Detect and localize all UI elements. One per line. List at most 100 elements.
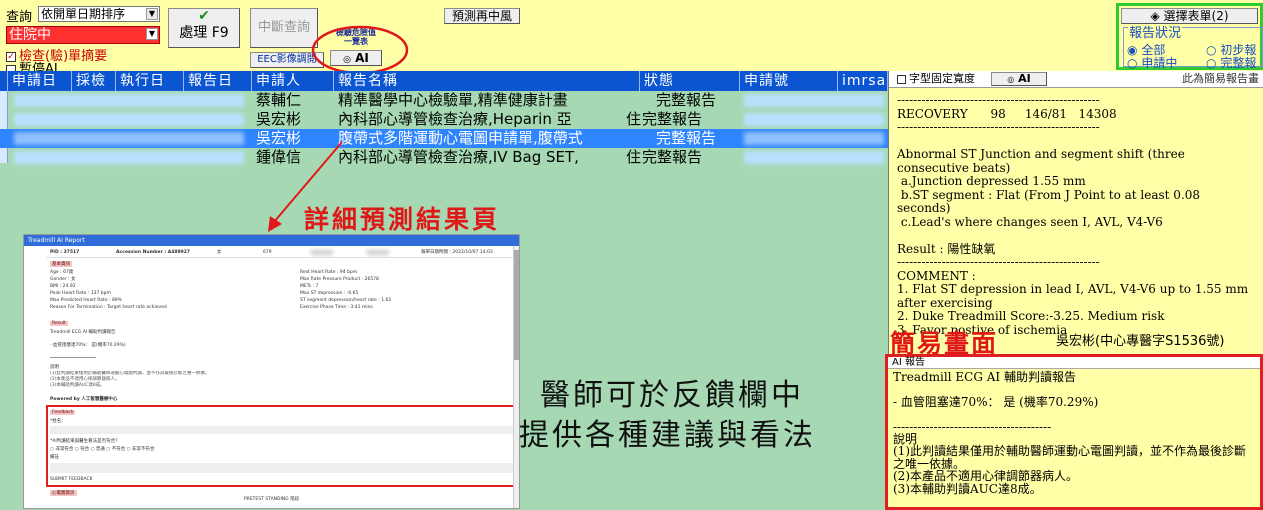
process-button-label: 處理 F9 [179,25,229,41]
redacted-dates [14,113,244,126]
column-header-apply-date[interactable]: 申請日 [8,71,72,91]
column-header-imrsan[interactable]: imrsan [838,71,888,91]
ward-select[interactable]: 住院中 ▼ [6,26,160,44]
column-header-report-name[interactable]: 報告名稱 [334,71,640,91]
thumbnail-feedback-options: ○ 非常符合 ○ 符合 ○ 普通 ○ 不符合 ○ 非常不符合 [50,447,155,452]
ai-highlight-ellipse [311,25,409,75]
row-status: 完整報告 [656,91,717,109]
thumbnail-gender-col: 女 [217,250,222,255]
thumbnail-max-st: Max ST depression : -0.65 [300,291,359,296]
report-signature: 吳宏彬(中心專醫字S1536號) [1056,334,1225,349]
row-status: 完整報告 [642,148,703,166]
thumbnail-feedback-name: *姓名： [50,419,66,424]
thumbnail-peak-hr: Peak Heart Rate : 137 bpm [50,291,111,296]
thumbnail-date: 報單日期時間 : 2022/10/07 14:03 [421,250,493,255]
report-panel-header: 字型固定寬度 ◎ AI 此為簡易報告畫 [889,71,1263,88]
form-selection-panel: ◈ 選擇表單(2) 報告狀況 ◉ 全部 ○ 申請中 ○ 初步報 ○ 完整報 [1116,3,1263,70]
thumbnail-feedback-box: Feedback *姓名： *AI判讀結果與醫生看法是否符合？ ○ 非常符合 ○… [46,405,518,487]
column-header-applicant[interactable]: 申請人 [252,71,334,91]
thumbnail-name-field [50,426,514,434]
radio-applying[interactable]: ○ 申請中 [1127,54,1177,71]
redacted-apply-no [744,132,884,145]
process-button[interactable]: ✔ 處理 F9 [168,8,240,48]
row-report-name: 內科部心導管檢查治療,Heparin 亞 [338,110,572,128]
chevron-down-icon: ▼ [146,8,158,20]
feedback-annotation-line1: 醫師可於反饋欄中 [540,378,804,413]
row-applicant: 吳宏彬 [256,110,302,128]
thumbnail-remark-field [50,463,514,473]
detail-page-annotation: 詳細預測結果頁 [304,205,501,234]
ai-icon: ◎ [1007,75,1015,84]
thumbnail-max-pred-hr: Max Predicted Heart Rate : 89% [50,298,122,303]
simple-report-note: 此為簡易報告畫 [1182,72,1259,85]
thumbnail-max-rpp: Max Rate Pressure Product : 26578 [300,277,379,282]
row-status: 完整報告 [642,110,703,128]
thumbnail-section-result: Result [50,321,68,326]
thumbnail-num-col: 679 [263,250,272,255]
sort-select[interactable]: 依開單日期排序 ▼ [38,6,160,22]
row-indicator-header [0,71,8,91]
thumbnail-bmi: BMI : 24.92 [50,284,76,289]
predict-restroke-button[interactable]: 預測再中風 [444,8,520,24]
detail-report-thumbnail: Treadmill AI Report PID : 37517 Accessio… [23,234,520,509]
report-text: ----------------------------------------… [897,93,1249,337]
table-row-selected[interactable]: 吳宏彬 腹帶式多階運動心電圖申請單,腹帶式 完整報告 [0,129,888,148]
thumbnail-feedback-question: *AI判讀結果與醫生看法是否符合？ [50,439,120,444]
row-applicant: 蔡輔仁 [256,91,302,109]
report-panel: 字型固定寬度 ◎ AI 此為簡易報告畫 --------------------… [888,71,1263,356]
ai-report-header: AI 報告 [888,357,1260,369]
thumbnail-next-section: 心電圖資訊 [50,490,77,496]
checkbox-icon [897,74,906,84]
row-report-name: 精準醫學中心檢驗單,精準健康計畫 [338,91,568,109]
fixed-width-checkbox[interactable]: 字型固定寬度 [897,71,975,87]
thumbnail-st-slope: ST segment depression/heart rate : 1.62 [300,298,392,303]
thumbnail-section-basic: 基本資訊 [50,261,72,267]
thumbnail-accession: Accession Number : A489927 [116,250,190,255]
column-header-sampling[interactable]: 採檢 [72,71,116,91]
thumbnail-feedback-label: Feedback [50,410,76,415]
thumbnail-termination: Reason For Termination : Target heart ra… [50,305,167,310]
row-status-prefix: 住 [626,148,642,166]
query-label: 查詢 [6,10,33,25]
column-header-report-date[interactable]: 報告日 [184,71,252,91]
thumbnail-result-line: - 血管阻塞達70%： 是(機率70.29%) [50,343,126,348]
thumbnail-scrollbar [513,246,519,508]
thumbnail-mets: METs : 7 [300,284,319,289]
thumbnail-result-text: Treadmill ECG AI 輔助判讀報告 [50,330,116,335]
table-row[interactable]: 吳宏彬 內科部心導管檢查治療,Heparin 亞 住 完整報告 [0,110,888,129]
diamond-icon: ◈ [1150,9,1160,23]
table-row[interactable]: 鍾偉信 內科部心導管檢查治療,IV Bag SET, 住 完整報告 [0,148,888,167]
row-report-name: 腹帶式多階運動心電圖申請單,腹帶式 [338,129,583,147]
ai-report-text: Treadmill ECG AI 輔助判讀報告 - 血管阻塞達70%： 是 (機… [893,370,1247,496]
feedback-annotation-line2: 提供各種建議與看法 [519,418,816,453]
interrupt-query-button[interactable]: 中斷查詢 [250,8,318,48]
redacted-dates [14,94,244,107]
column-header-exec-date[interactable]: 執行日 [116,71,184,91]
thumbnail-powered-by: Powered by 人工智慧醫療中心 [50,397,118,402]
redacted-apply-no [744,151,884,164]
table-row[interactable]: 蔡輔仁 精準醫學中心檢驗單,精準健康計畫 完整報告 [0,91,888,110]
column-header-status[interactable]: 狀態 [640,71,740,91]
row-status: 完整報告 [656,129,717,147]
thumbnail-submit: SUBMIT FEEDBACK [50,477,93,482]
thumbnail-remark-label: 備註 [50,455,59,460]
redacted-dates [14,151,244,164]
radio-complete[interactable]: ○ 完整報 [1206,54,1262,71]
radio-icon: ○ [1206,56,1217,70]
radio-icon: ○ [1127,56,1138,70]
chevron-down-icon: ▼ [146,28,158,40]
thumbnail-age: Age : 67歲 [50,270,74,275]
report-status-group: 報告狀況 ◉ 全部 ○ 申請中 ○ 初步報 ○ 完整報 [1123,27,1263,70]
select-form-button[interactable]: ◈ 選擇表單(2) [1121,8,1258,24]
thumbnail-redacted [311,250,333,255]
column-header-apply-no[interactable]: 申請號 [740,71,838,91]
thumbnail-rest-hr: Rest Heart Rate : 94 bpm [300,270,358,275]
panel-ai-button[interactable]: ◎ AI [991,72,1047,86]
thumbnail-redacted [367,250,389,255]
thumbnail-title: Treadmill AI Report [24,235,519,246]
redacted-apply-no [744,94,884,107]
row-status-prefix: 住 [626,110,642,128]
thumbnail-notes-3: (3)本輔助判讀AUC達8成。 [50,383,105,388]
thumbnail-pretest: PRETEST STANDING 階段 [244,497,300,502]
row-report-name: 內科部心導管檢查治療,IV Bag SET, [338,148,579,166]
